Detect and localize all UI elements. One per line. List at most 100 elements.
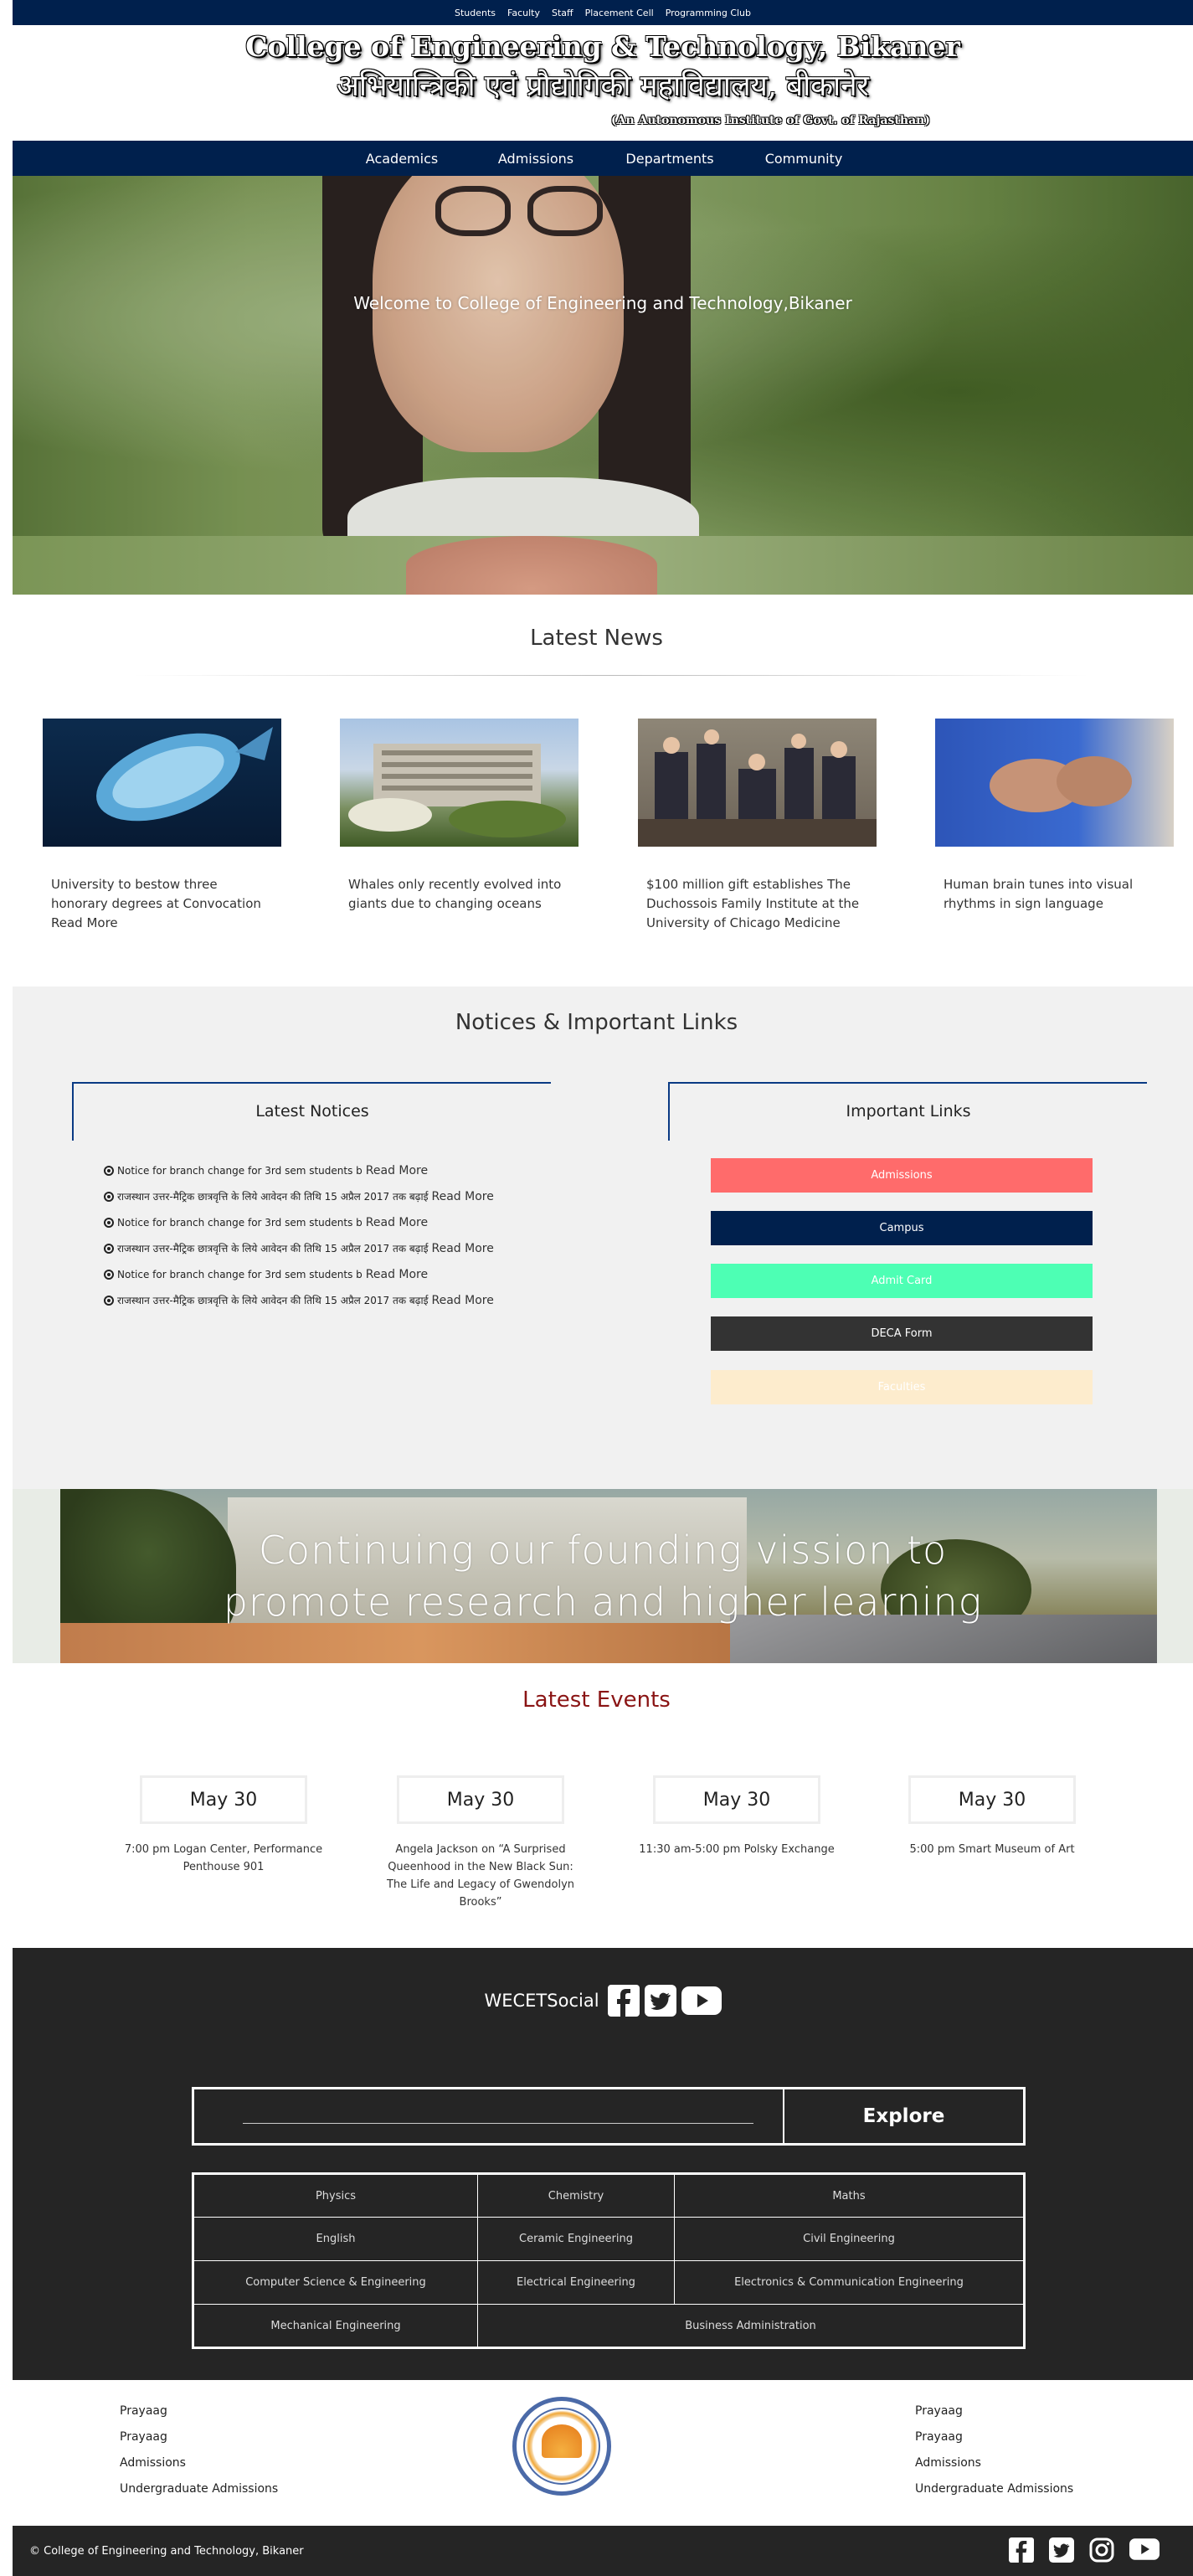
news-card[interactable]: Whales only recently evolved into giants… [340,719,579,914]
dept-chemistry[interactable]: Chemistry [477,2173,675,2218]
topbar-link-faculty[interactable]: Faculty [507,8,540,18]
circle-bullet-icon [104,1217,114,1228]
news-image-sign-language[interactable] [935,719,1174,847]
nav-admissions[interactable]: Admissions [469,151,603,167]
copyright-social-icons [1009,2537,1160,2566]
group-photo-illustration [638,729,877,847]
event-card[interactable]: May 30 7:00 pm Logan Center, Performance … [115,1775,332,1876]
latest-news-title: Latest News [530,626,663,651]
twitter-icon[interactable] [1049,2537,1074,2566]
topbar-link-programming-club[interactable]: Programming Club [666,8,751,18]
nav-community[interactable]: Community [737,151,871,167]
notice-item[interactable]: राजस्थान उत्तर-मैट्रिक छात्रवृत्ति के लि… [104,1235,573,1261]
footer-link[interactable]: Admissions [120,2450,278,2476]
link-faculties-button[interactable]: Faculties [711,1370,1093,1404]
youtube-icon[interactable] [1129,2537,1160,2566]
dept-civil-engineering[interactable]: Civil Engineering [674,2217,1025,2261]
social-bar: WECETSocial [13,1985,1193,2017]
notice-item[interactable]: Notice for branch change for 3rd sem stu… [104,1261,573,1287]
footer-link[interactable]: Prayaag [120,2398,278,2424]
nav-departments[interactable]: Departments [603,151,737,167]
departments-table: Physics Chemistry Maths English Ceramic … [192,2172,1026,2349]
read-more-link[interactable]: Read More [366,1216,428,1229]
news-headline[interactable]: University to bestow three honorary degr… [51,877,261,911]
news-card[interactable]: $100 million gift establishes The Duchos… [638,719,877,933]
news-divider [134,675,1088,676]
latest-notices-title: Latest Notices [255,1102,369,1121]
notices-section-title: Notices & Important Links [455,1010,738,1035]
read-more-link[interactable]: Read More [431,1242,493,1255]
read-more-link[interactable]: Read More [366,1164,428,1177]
event-date: May 30 [908,1775,1076,1824]
read-more-link[interactable]: Read More [366,1268,428,1281]
dept-english[interactable]: English [193,2217,478,2261]
site-subtitle: (An Autonomous Institute of Govt. of Raj… [611,114,930,127]
read-more-link[interactable]: Read More [431,1294,493,1307]
facebook-icon[interactable] [607,1985,640,2017]
dept-business-administration[interactable]: Business Administration [477,2304,1025,2348]
event-card[interactable]: May 30 11:30 am-5:00 pm Polsky Exchange [628,1775,846,1858]
news-image-group-photo[interactable] [638,719,877,847]
facebook-icon[interactable] [1009,2537,1034,2566]
news-headline[interactable]: Human brain tunes into visual rhythms in… [935,875,1165,914]
footer-search-bar: Explore [192,2087,1026,2146]
notice-text: राजस्थान उत्तर-मैट्रिक छात्रवृत्ति के लि… [117,1191,429,1203]
topbar-link-placement-cell[interactable]: Placement Cell [585,8,654,18]
news-image-building[interactable] [340,719,579,847]
dept-ceramic-engineering[interactable]: Ceramic Engineering [477,2217,675,2261]
link-admit-card-button[interactable]: Admit Card [711,1264,1093,1298]
circle-bullet-icon [104,1295,114,1306]
news-image-whale[interactable] [43,719,281,847]
news-card[interactable]: University to bestow three honorary degr… [43,719,281,933]
page: Students Faculty Staff Placement Cell Pr… [0,0,1193,2576]
event-card[interactable]: May 30 Angela Jackson on “A Surprised Que… [372,1775,589,1911]
latest-events-title: Latest Events [522,1687,671,1713]
footer-link[interactable]: Undergraduate Admissions [120,2476,278,2502]
footer-links-right: Prayaag Prayaag Admissions Undergraduate… [915,2398,1073,2502]
dept-electrical-engineering[interactable]: Electrical Engineering [477,2260,675,2305]
topbar-link-students[interactable]: Students [455,8,496,18]
college-logo[interactable] [512,2397,611,2496]
dept-physics[interactable]: Physics [193,2173,478,2218]
footer-link[interactable]: Prayaag [915,2398,1073,2424]
notice-item[interactable]: Notice for branch change for 3rd sem stu… [104,1157,573,1183]
event-card[interactable]: May 30 5:00 pm Smart Museum of Art [883,1775,1101,1858]
footer-link[interactable]: Prayaag [915,2424,1073,2450]
nav-academics[interactable]: Academics [335,151,469,167]
twitter-icon[interactable] [644,1985,676,2017]
read-more-link[interactable]: Read More [431,1190,493,1203]
dept-mechanical-engineering[interactable]: Mechanical Engineering [193,2304,478,2348]
vision-line-1: Continuing our founding vission to [258,1528,948,1573]
site-title-english[interactable]: College of Engineering & Technology, Bik… [13,30,1193,63]
news-headline[interactable]: $100 million gift establishes The Duchos… [638,875,868,933]
notice-item[interactable]: Notice for branch change for 3rd sem stu… [104,1209,573,1235]
dept-electronics-communication[interactable]: Electronics & Communication Engineering [674,2260,1025,2305]
notice-item[interactable]: राजस्थान उत्तर-मैट्रिक छात्रवृत्ति के लि… [104,1287,573,1313]
link-admissions-button[interactable]: Admissions [711,1158,1093,1193]
copyright-text: © College of Engineering and Technology,… [29,2544,304,2558]
footer-link[interactable]: Prayaag [120,2424,278,2450]
dept-computer-science[interactable]: Computer Science & Engineering [193,2260,478,2305]
footer-link[interactable]: Undergraduate Admissions [915,2476,1073,2502]
link-campus-button[interactable]: Campus [711,1211,1093,1245]
event-date: May 30 [140,1775,307,1824]
whale-illustration [96,727,273,822]
explore-button[interactable]: Explore [784,2089,1023,2143]
search-input[interactable] [194,2089,784,2143]
read-more-link[interactable]: Read More [51,915,118,930]
youtube-icon[interactable] [681,1985,722,2017]
dept-maths[interactable]: Maths [674,2173,1025,2218]
sign-language-illustration [990,756,1132,812]
event-date: May 30 [653,1775,820,1824]
notice-item[interactable]: राजस्थान उत्तर-मैट्रिक छात्रवृत्ति के लि… [104,1183,573,1209]
instagram-icon[interactable] [1089,2537,1114,2566]
hero-banner: Welcome to College of Engineering and Te… [13,176,1193,595]
notice-text: Notice for branch change for 3rd sem stu… [117,1268,363,1280]
event-date: May 30 [397,1775,564,1824]
topbar-link-staff[interactable]: Staff [552,8,573,18]
news-headline[interactable]: Whales only recently evolved into giants… [340,875,570,914]
link-deca-form-button[interactable]: DECA Form [711,1316,1093,1351]
footer-link[interactable]: Admissions [915,2450,1073,2476]
circle-bullet-icon [104,1165,114,1176]
news-card[interactable]: Human brain tunes into visual rhythms in… [935,719,1174,914]
